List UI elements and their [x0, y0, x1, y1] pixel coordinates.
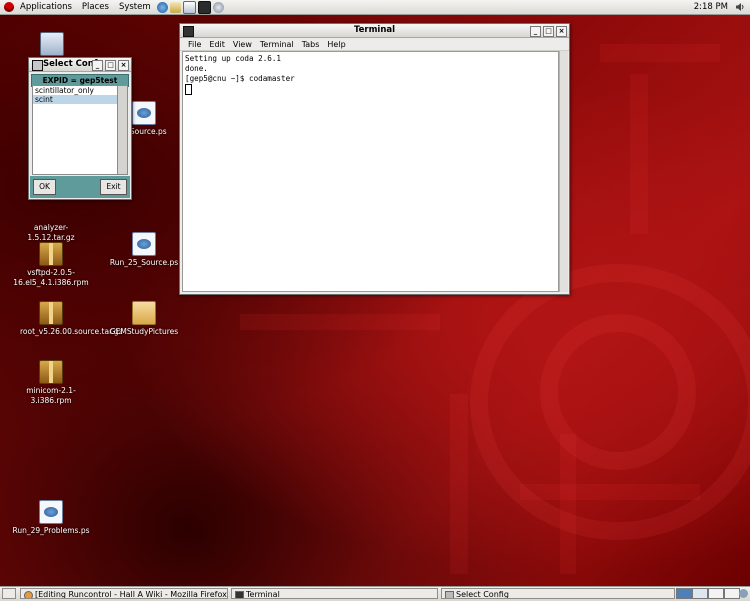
terminal-line: Setting up coda 2.6.1 [185, 54, 282, 63]
menu-places[interactable]: Places [77, 2, 114, 12]
minimize-button[interactable]: _ [92, 60, 103, 71]
select-config-window[interactable]: Select Conf _ □ × EXPID = gep5test scint… [28, 57, 132, 200]
terminal-line: done. [185, 64, 208, 73]
minimize-button[interactable]: _ [530, 26, 541, 37]
folder-icon [132, 301, 156, 325]
desktop-icon-label: vsftpd-2.0.5-16.el5_4.1.i386.rpm [13, 268, 89, 287]
window-title: Terminal [353, 25, 396, 35]
redhat-logo-icon[interactable] [4, 2, 14, 12]
desktop-icon-label: minicom-2.1-3.i386.rpm [26, 386, 76, 405]
terminal-line: [gep5@cnu ~]$ codamaster [185, 74, 295, 83]
menu-system[interactable]: System [114, 2, 156, 12]
postscript-file-icon [39, 500, 63, 524]
ok-button[interactable]: OK [33, 179, 56, 195]
desktop-icon-run29[interactable]: Run_29_Problems.ps [9, 500, 93, 536]
close-button[interactable]: × [118, 60, 129, 71]
select-config-window-icon [32, 60, 43, 71]
maximize-button[interactable]: □ [105, 60, 116, 71]
terminal-menubar: File Edit View Terminal Tabs Help [180, 38, 569, 51]
package-file-icon [39, 242, 63, 266]
select-config-titlebar[interactable]: Select Conf _ □ × [29, 58, 131, 72]
show-desktop-button[interactable] [2, 588, 16, 599]
terminal-launcher-icon[interactable] [197, 0, 211, 14]
email-launcher-icon[interactable] [169, 1, 181, 13]
menu-view[interactable]: View [229, 40, 256, 49]
terminal-cursor [185, 84, 192, 95]
postscript-file-icon [132, 232, 156, 256]
close-button[interactable]: × [556, 26, 567, 37]
workspace-1[interactable] [676, 588, 692, 599]
taskbar-item-terminal[interactable]: Terminal [231, 588, 438, 599]
computer-desktop-icon[interactable] [10, 32, 94, 58]
terminal-output[interactable]: Setting up coda 2.6.1 done. [gep5@cnu ~]$ … [182, 51, 559, 292]
config-list[interactable]: scintillator_only scint [32, 85, 118, 175]
taskbar-item-label: [Editing Runcontrol - Hall A Wiki - Mozi… [35, 590, 228, 599]
config-list-item[interactable]: scintillator_only [33, 86, 117, 95]
config-list-item-selected[interactable]: scint [33, 95, 117, 104]
trash-icon[interactable] [739, 589, 748, 598]
desktop-icon-label: GEMStudyPictures [109, 327, 179, 336]
desktop-icon-vsftpd[interactable]: vsftpd-2.0.5-16.el5_4.1.i386.rpm [9, 242, 93, 288]
taskbar-item-label: Select Config [456, 590, 509, 599]
archive-file-icon [39, 301, 63, 325]
volume-icon[interactable] [735, 2, 745, 12]
terminal-icon [235, 591, 244, 598]
panel-clock[interactable]: 2:18 PM [694, 2, 728, 12]
desktop-icon-root[interactable]: root_v5.26.00.source.tar.gz [9, 301, 123, 337]
workspace-3[interactable] [708, 588, 724, 599]
config-list-scrollbar[interactable] [117, 85, 128, 175]
workspace-4[interactable] [724, 588, 740, 599]
maximize-button[interactable]: □ [543, 26, 554, 37]
menu-file[interactable]: File [184, 40, 205, 49]
workspace-2[interactable] [692, 588, 708, 599]
terminal-scrollbar[interactable] [559, 51, 568, 292]
select-config-button-bar: OK Exit [30, 176, 130, 198]
firefox-icon [24, 591, 33, 598]
window-icon [445, 591, 454, 598]
terminal-window[interactable]: Terminal _ □ × File Edit View Terminal T… [179, 23, 570, 295]
desktop-icon-minicom[interactable]: minicom-2.1-3.i386.rpm [9, 360, 93, 406]
postscript-file-icon [132, 101, 156, 125]
desktop-icon-label: root_v5.26.00.source.tar.gz [20, 327, 123, 336]
computer-icon [40, 32, 64, 56]
terminal-titlebar[interactable]: Terminal _ □ × [180, 24, 569, 38]
desktop-icon-run25[interactable]: Run_25_Source.ps [102, 232, 186, 268]
menu-edit[interactable]: Edit [205, 40, 229, 49]
taskbar-item-label: Terminal [246, 590, 280, 599]
desktop-icon-label: analyzer-1.5.12.tar.gz [27, 223, 75, 242]
bottom-panel: [Editing Runcontrol - Hall A Wiki - Mozi… [0, 586, 750, 601]
desktop-icon-label: Run_29_Problems.ps [12, 526, 90, 535]
top-panel: Applications Places System 2:18 PM [0, 0, 750, 15]
package-file-icon [39, 360, 63, 384]
menu-terminal[interactable]: Terminal [256, 40, 298, 49]
menu-applications[interactable]: Applications [15, 2, 77, 12]
menu-help[interactable]: Help [323, 40, 349, 49]
menu-tabs[interactable]: Tabs [298, 40, 324, 49]
desktop-icon-analyzer[interactable]: analyzer-1.5.12.tar.gz [9, 197, 93, 243]
exit-button[interactable]: Exit [100, 179, 127, 195]
network-launcher-icon[interactable] [212, 1, 224, 13]
taskbar-item-select-config[interactable]: Select Config [441, 588, 675, 599]
editor-launcher-icon[interactable] [182, 0, 196, 14]
desktop-icon-label: Run_25_Source.ps [109, 258, 179, 267]
browser-launcher-icon[interactable] [156, 1, 168, 13]
desktop-icon-gemstudy[interactable]: GEMStudyPictures [102, 301, 186, 337]
taskbar-item-firefox[interactable]: [Editing Runcontrol - Hall A Wiki - Mozi… [20, 588, 228, 599]
